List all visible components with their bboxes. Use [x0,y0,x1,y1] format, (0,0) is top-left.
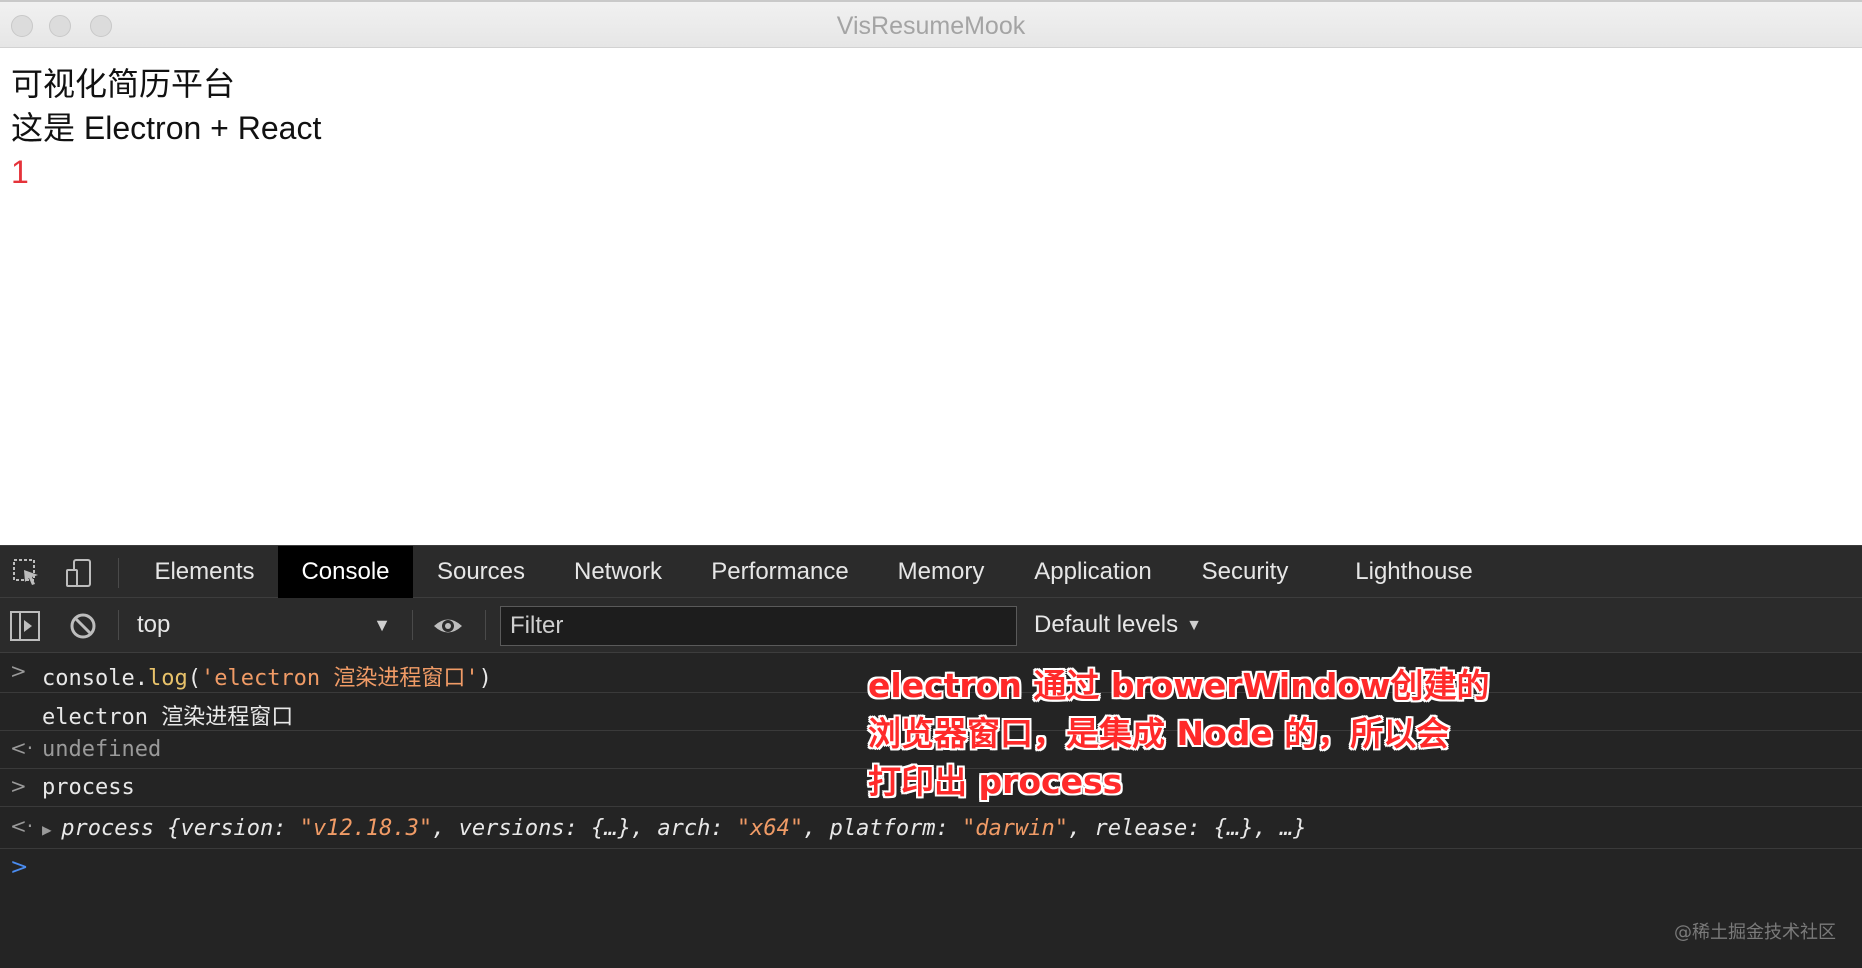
page-subtitle: 这是 Electron + React [11,110,322,146]
log-levels-dropdown[interactable]: Default levels ▼ [1034,608,1202,642]
context-selector[interactable]: top ▼ [137,608,397,642]
watermark: @稀土掘金技术社区 [1674,922,1836,943]
tab-network[interactable]: Network [556,546,680,598]
tab-lighthouse[interactable]: Lighthouse [1338,546,1490,598]
console-prompt-row[interactable]: > [0,849,1862,889]
console-toolbar: top ▼ Filter Default levels ▼ [0,598,1862,653]
page-content: 可视化简历平台 这是 Electron + React 1 [11,62,321,194]
input-prompt-icon: > [10,659,27,683]
annotation-line-1: electron 通过 browerWindow创建的 [868,666,1490,705]
window-titlebar: VisResumeMook [0,0,1862,48]
console-prompt-caret-icon[interactable]: > [10,855,28,880]
tab-sources[interactable]: Sources [420,546,542,598]
device-toolbar-icon[interactable] [64,558,94,588]
tab-security[interactable]: Security [1182,546,1308,598]
page-heading: 可视化简历平台 [11,66,236,102]
live-expression-eye-icon[interactable] [433,611,463,641]
expand-triangle-icon: ▶ [42,820,62,839]
console-input-text[interactable]: console.log('electron 渲染进程窗口') [42,660,492,692]
console-result-text: undefined [42,737,162,762]
tab-memory[interactable]: Memory [880,546,1002,598]
input-prompt-icon-2: > [10,774,27,798]
window-title: VisResumeMook [836,12,1026,40]
tab-console[interactable]: Console [278,546,413,598]
result-arrow-icon: <· [10,736,34,760]
annotation-line-2: 浏览器窗口，是集成 Node 的，所以会 [868,714,1450,753]
filter-input[interactable]: Filter [500,606,1017,646]
page-counter: 1 [11,154,29,190]
console-input-text-2[interactable]: process [42,775,135,800]
process-object-preview[interactable]: ▶ process {version: "v12.18.3", versions… [42,816,1306,841]
console-log-text: electron 渲染进程窗口 [42,705,294,730]
console-object-row[interactable]: <· ▶ process {version: "v12.18.3", versi… [0,807,1862,849]
context-selector-value: top [137,611,171,638]
tabbar-divider [118,558,119,588]
tab-performance[interactable]: Performance [698,546,862,598]
toolbar-divider-3 [485,610,486,640]
show-sidebar-icon[interactable] [10,611,40,641]
toolbar-divider-2 [412,610,413,640]
annotation-line-3: 打印出 process [868,762,1123,801]
clear-console-icon[interactable] [68,611,98,641]
annotation-callout: electron 通过 browerWindow创建的 浏览器窗口，是集成 No… [868,662,1490,806]
devtools-tabbar: Elements Console Sources Network Perform… [0,545,1862,598]
result-arrow-icon-2: <· [10,814,34,838]
dropdown-arrow-icon: ▼ [373,615,391,635]
inspect-element-icon[interactable] [12,558,42,588]
tab-application[interactable]: Application [1022,546,1164,598]
chevron-down-icon: ▼ [1186,617,1202,634]
log-levels-label: Default levels [1034,611,1179,638]
tab-elements[interactable]: Elements [137,546,272,598]
toolbar-divider [118,610,119,640]
